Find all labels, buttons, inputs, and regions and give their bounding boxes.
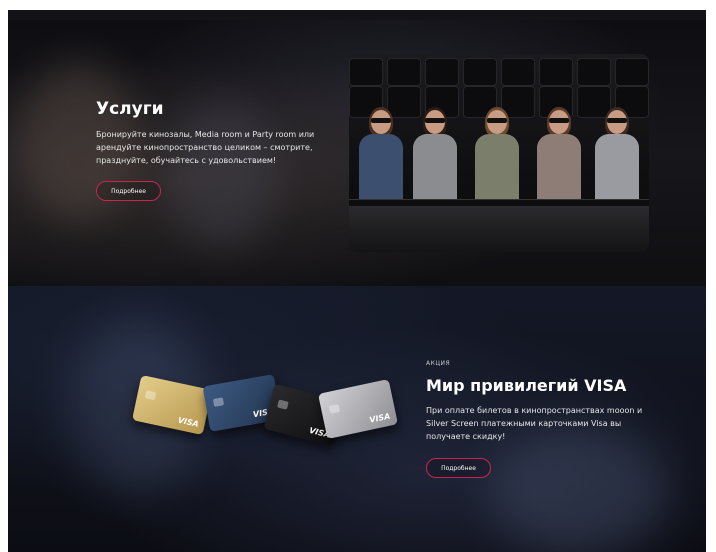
3d-glasses-icon — [549, 118, 569, 123]
services-title: Услуги — [96, 99, 164, 119]
services-description-line: празднуйте, обучайтесь с удовольствием! — [96, 156, 277, 165]
person-figure — [357, 107, 405, 210]
seat — [615, 58, 649, 86]
3d-glasses-icon — [487, 118, 507, 123]
right-border — [706, 10, 716, 552]
visa-logo: VISA — [176, 415, 200, 429]
seat — [387, 58, 421, 86]
promo-description: При оплате билетов в кинопространствах m… — [426, 404, 666, 443]
services-description: Бронируйте кинозалы, Media room и Party … — [96, 128, 336, 167]
left-border — [0, 10, 8, 552]
card-chip-icon — [144, 390, 157, 401]
3d-glasses-icon — [425, 118, 445, 123]
visa-silver-card: VISA — [318, 379, 398, 439]
person-figure — [473, 107, 521, 210]
promo-title: Мир привилегий VISA — [426, 376, 627, 395]
promo-tag: АКЦИЯ — [426, 360, 451, 367]
promo-description-line: получаете скидку! — [426, 432, 506, 441]
background-blur — [488, 426, 668, 552]
seat — [349, 58, 383, 86]
3d-glasses-icon — [371, 118, 391, 123]
seat — [463, 58, 497, 86]
person-figure — [593, 107, 641, 210]
3d-glasses-icon — [607, 118, 627, 123]
cinema-audience-photo — [349, 54, 649, 252]
promo-section: VISA VISA VISA VISA АКЦИЯ Мир привилегий… — [8, 286, 706, 552]
promo-more-button[interactable]: Подробнее — [426, 458, 491, 478]
services-description-line: Бронируйте кинозалы, Media room и Party … — [96, 130, 315, 139]
person-figure — [535, 107, 583, 210]
card-chip-icon — [277, 399, 289, 410]
seat — [425, 58, 459, 86]
services-more-button[interactable]: Подробнее — [96, 181, 161, 201]
seat — [501, 58, 535, 86]
background-blur — [168, 100, 278, 250]
card-chip-icon — [212, 397, 225, 407]
seat-row — [349, 58, 649, 86]
seat — [539, 58, 573, 86]
promo-description-line: Silver Screen платежными карточками Visa… — [426, 419, 622, 428]
person-figure — [411, 107, 459, 210]
seat — [577, 58, 611, 86]
visa-logo: VISA — [368, 411, 392, 425]
cinema-floor — [349, 206, 649, 252]
card-chip-icon — [328, 403, 341, 414]
services-description-line: арендуйте кинопространство целиком – смо… — [96, 143, 313, 152]
promo-description-line: При оплате билетов в кинопространствах m… — [426, 406, 643, 415]
top-border — [0, 0, 716, 10]
header-strip — [8, 10, 706, 20]
